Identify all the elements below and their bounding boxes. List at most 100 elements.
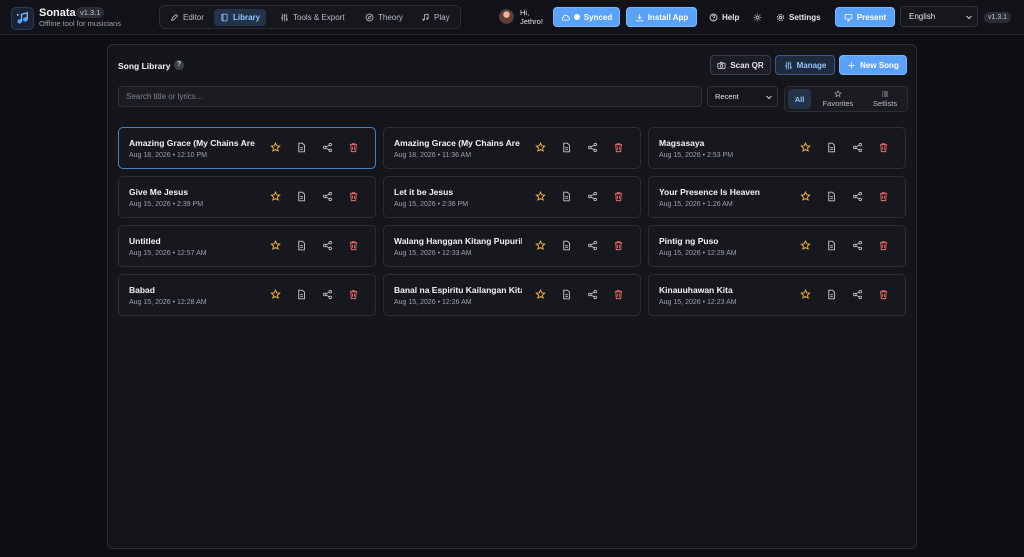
help-button[interactable]: Help — [709, 7, 739, 27]
delete-button[interactable] — [613, 142, 624, 153]
filter-setlists-label: Setlists — [872, 99, 898, 108]
song-card[interactable]: Magsasaya Aug 15, 2026 • 2:53 PM — [648, 127, 906, 169]
share-button[interactable] — [852, 142, 863, 153]
help-label: Help — [722, 12, 740, 22]
filter-favorites[interactable]: Favorites — [815, 89, 861, 109]
monitor-icon — [844, 13, 853, 21]
share-icon — [323, 142, 332, 153]
language-select[interactable]: English — [900, 6, 978, 27]
share-button[interactable] — [852, 191, 863, 202]
settings-button[interactable]: Settings — [776, 7, 821, 27]
tab-tools-export[interactable]: Tools & Export — [274, 9, 351, 26]
song-card[interactable]: Untitled Aug 15, 2026 • 12:57 AM — [118, 225, 376, 267]
favorite-button[interactable] — [270, 289, 281, 300]
share-button[interactable] — [852, 240, 863, 251]
tab-editor[interactable]: Editor — [164, 9, 210, 26]
delete-button[interactable] — [878, 289, 889, 300]
song-card[interactable]: Amazing Grace (My Chains Are Gone) Aug 18… — [118, 127, 376, 169]
favorite-button[interactable] — [535, 191, 546, 202]
open-document-button[interactable] — [296, 191, 307, 202]
song-title: Babad — [129, 285, 155, 295]
delete-button[interactable] — [613, 289, 624, 300]
open-document-button[interactable] — [561, 289, 572, 300]
search-input[interactable]: Search title or lyrics... — [118, 86, 702, 107]
tab-theory[interactable]: Theory — [359, 9, 409, 26]
open-document-button[interactable] — [296, 240, 307, 251]
present-label: Present — [856, 12, 887, 22]
tab-library[interactable]: Library — [214, 9, 267, 26]
song-card[interactable]: Let it be Jesus Aug 15, 2026 • 2:36 PM — [383, 176, 641, 218]
song-card[interactable]: Babad Aug 15, 2026 • 12:28 AM — [118, 274, 376, 316]
delete-button[interactable] — [613, 191, 624, 202]
favorite-button[interactable] — [800, 289, 811, 300]
favorite-button[interactable] — [800, 142, 811, 153]
favorite-button[interactable] — [535, 289, 546, 300]
favorite-button[interactable] — [800, 191, 811, 202]
share-button[interactable] — [322, 240, 333, 251]
trash-icon — [879, 241, 888, 251]
song-card[interactable]: Give Me Jesus Aug 15, 2026 • 2:39 PM — [118, 176, 376, 218]
delete-button[interactable] — [348, 191, 359, 202]
song-card[interactable]: Banal na Espiritu Kailangan Kita Aug 15, … — [383, 274, 641, 316]
delete-button[interactable] — [348, 240, 359, 251]
delete-button[interactable] — [878, 191, 889, 202]
share-button[interactable] — [322, 142, 333, 153]
delete-button[interactable] — [613, 240, 624, 251]
manage-button[interactable]: Manage — [775, 55, 835, 75]
song-card[interactable]: Amazing Grace (My Chains Are Gone) Aug 18… — [383, 127, 641, 169]
synced-button[interactable]: Synced — [553, 7, 620, 27]
share-button[interactable] — [587, 289, 598, 300]
tab-tools-export-label: Tools & Export — [293, 13, 345, 22]
share-button[interactable] — [587, 191, 598, 202]
open-document-button[interactable] — [826, 289, 837, 300]
open-document-button[interactable] — [561, 142, 572, 153]
share-button[interactable] — [852, 289, 863, 300]
share-icon — [853, 289, 862, 300]
filter-all[interactable]: All — [788, 89, 811, 109]
favorite-button[interactable] — [270, 191, 281, 202]
delete-button[interactable] — [878, 142, 889, 153]
star-icon — [270, 142, 281, 152]
delete-button[interactable] — [348, 289, 359, 300]
present-button[interactable]: Present — [835, 7, 895, 27]
share-button[interactable] — [587, 142, 598, 153]
song-title: Let it be Jesus — [394, 187, 454, 197]
chevron-down-icon — [966, 15, 972, 20]
star-icon — [270, 191, 281, 201]
install-app-button[interactable]: Install App — [626, 7, 697, 27]
share-button[interactable] — [322, 289, 333, 300]
scan-qr-button[interactable]: Scan QR — [710, 55, 771, 75]
delete-button[interactable] — [348, 142, 359, 153]
open-document-button[interactable] — [826, 142, 837, 153]
share-button[interactable] — [587, 240, 598, 251]
filter-setlists[interactable]: Setlists — [865, 89, 905, 109]
share-icon — [588, 289, 597, 300]
song-card[interactable]: Kinauuhawan Kita Aug 15, 2026 • 12:23 AM — [648, 274, 906, 316]
tab-play[interactable]: Play — [415, 9, 456, 26]
open-document-button[interactable] — [296, 289, 307, 300]
sort-select[interactable]: Recent — [707, 86, 778, 107]
song-card[interactable]: Your Presence Is Heaven Aug 15, 2026 • 1:… — [648, 176, 906, 218]
song-card[interactable]: Pintig ng Puso Aug 15, 2026 • 12:29 AM — [648, 225, 906, 267]
share-button[interactable] — [322, 191, 333, 202]
favorite-button[interactable] — [270, 142, 281, 153]
open-document-button[interactable] — [296, 142, 307, 153]
song-card[interactable]: Walang Hanggan Kitang Pupurihin Aug 15, 2… — [383, 225, 641, 267]
delete-button[interactable] — [878, 240, 889, 251]
open-document-button[interactable] — [826, 191, 837, 202]
user-avatar[interactable] — [499, 9, 514, 24]
edit-icon — [170, 13, 179, 22]
open-document-button[interactable] — [561, 240, 572, 251]
new-song-button[interactable]: New Song — [839, 55, 907, 75]
favorite-button[interactable] — [535, 240, 546, 251]
open-document-button[interactable] — [561, 191, 572, 202]
theme-toggle-button[interactable] — [753, 7, 762, 27]
favorite-button[interactable] — [270, 240, 281, 251]
app-logo-icon[interactable] — [11, 7, 34, 30]
library-help-icon[interactable]: ? — [174, 60, 184, 70]
favorite-button[interactable] — [800, 240, 811, 251]
favorite-button[interactable] — [535, 142, 546, 153]
song-date: Aug 15, 2026 • 12:57 AM — [129, 250, 207, 257]
open-document-button[interactable] — [826, 240, 837, 251]
app-tagline: Offline tool for musicians — [39, 19, 121, 28]
